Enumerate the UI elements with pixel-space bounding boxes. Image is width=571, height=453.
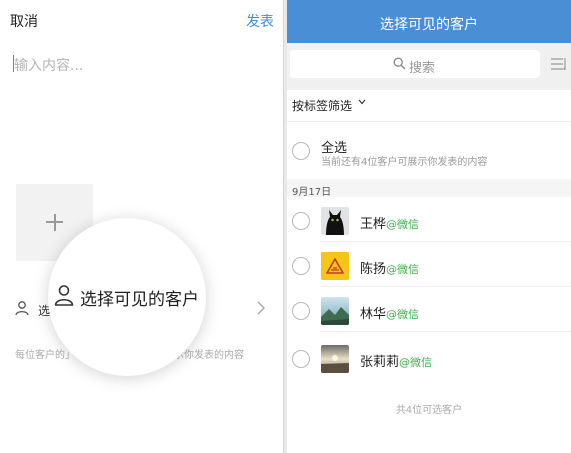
publish-button[interactable]: 发表 [246, 11, 274, 31]
person-icon [54, 285, 74, 306]
select-all-radio[interactable] [292, 142, 310, 160]
content-input[interactable]: 输入内容... [14, 55, 83, 75]
search-placeholder: 搜索 [409, 61, 436, 76]
customer-name[interactable]: 王桦@微信 [360, 213, 419, 232]
date-header: 9月17日 [292, 187, 332, 198]
landscape-avatar [321, 297, 349, 325]
chevron-down-icon[interactable] [358, 99, 366, 105]
total-count-label: 共4位可选客户 [395, 405, 463, 416]
cancel-button[interactable]: 取消 [10, 11, 38, 31]
customer-name[interactable]: 陈扬@微信 [360, 258, 419, 277]
person-icon [15, 301, 29, 316]
black-cat-avatar [321, 207, 349, 235]
picker-header: 选择可见的客户 [287, 0, 571, 43]
sunset-avatar [321, 345, 349, 373]
customer-name[interactable]: 林华@微信 [360, 303, 419, 322]
customer-radio[interactable] [292, 212, 310, 230]
warning-sign-avatar [321, 252, 349, 280]
tag-filter-button[interactable]: 按标签筛选 [292, 97, 352, 114]
customer-radio[interactable] [292, 302, 310, 320]
divider [320, 286, 571, 287]
plus-icon [46, 213, 63, 231]
page-title: 选择可见的客户 [380, 17, 478, 33]
divider [320, 241, 571, 242]
chevron-right-icon[interactable] [257, 301, 265, 315]
select-all-subtitle: 当前还有4位客户可展示你发表的内容 [321, 157, 488, 168]
compose-panel: 取消 发表 输入内容... 选 每位客户的」 示你发表的内容 选择可见的客户 [0, 0, 284, 453]
search-icon [393, 57, 406, 70]
customer-name[interactable]: 张莉莉@微信 [360, 351, 432, 370]
filter-list-icon[interactable] [551, 57, 569, 71]
select-visible-customers-label[interactable]: 选择可见的客户 [80, 285, 199, 310]
customer-radio[interactable] [292, 257, 310, 275]
customer-radio[interactable] [292, 350, 310, 368]
divider [320, 331, 571, 332]
customer-picker-panel: 选择可见的客户 搜索 按标签筛选 全选 当前还有4位客户可展示你发表的内容 9月… [287, 0, 571, 453]
